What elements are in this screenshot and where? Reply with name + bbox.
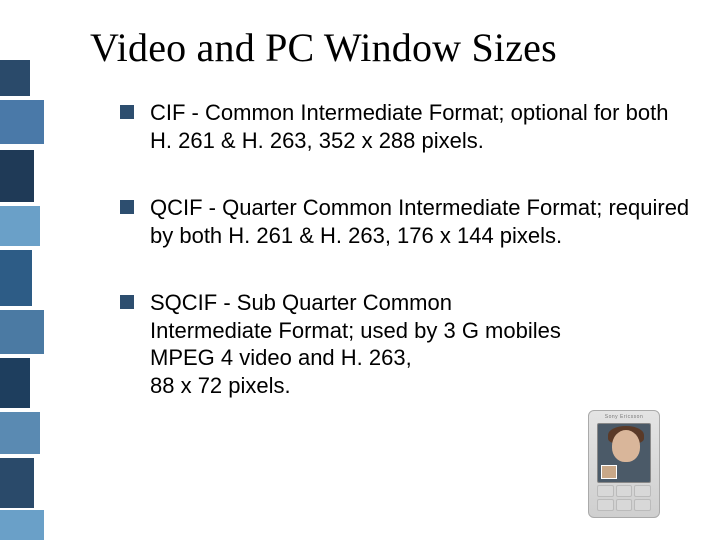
decorative-sidebar <box>0 0 44 540</box>
phone-key <box>634 499 651 511</box>
sidebar-block <box>0 358 30 408</box>
list-item: CIF - Common Intermediate Format; option… <box>120 99 690 154</box>
sidebar-block <box>0 60 30 96</box>
phone-key <box>634 485 651 497</box>
sidebar-block <box>0 150 34 202</box>
list-item: QCIF - Quarter Common Intermediate Forma… <box>120 194 690 249</box>
bullet-text: QCIF - Quarter Common Intermediate Forma… <box>150 194 690 249</box>
phone-key <box>616 485 633 497</box>
sidebar-block <box>0 412 40 454</box>
square-bullet-icon <box>120 295 134 309</box>
phone-body: Sony Ericsson <box>588 410 660 518</box>
list-item: SQCIF - Sub Quarter Common Intermediate … <box>120 289 690 399</box>
square-bullet-icon <box>120 105 134 119</box>
sidebar-block <box>0 458 34 508</box>
phone-screen <box>597 423 651 483</box>
phone-keypad <box>597 485 651 511</box>
bullet-text: CIF - Common Intermediate Format; option… <box>150 99 690 154</box>
slide-title: Video and PC Window Sizes <box>90 24 690 71</box>
square-bullet-icon <box>120 200 134 214</box>
mobile-phone-image: Sony Ericsson <box>588 410 660 518</box>
phone-key <box>597 485 614 497</box>
phone-brand-label: Sony Ericsson <box>589 414 659 420</box>
slide-content: Video and PC Window Sizes CIF - Common I… <box>90 24 690 399</box>
phone-screen-pip <box>601 465 617 479</box>
phone-screen-graphic <box>612 430 640 462</box>
sidebar-block <box>0 206 40 246</box>
phone-key <box>597 499 614 511</box>
bullet-list: CIF - Common Intermediate Format; option… <box>120 99 690 399</box>
sidebar-block <box>0 510 44 540</box>
sidebar-block <box>0 310 44 354</box>
sidebar-block <box>0 100 44 144</box>
phone-key <box>616 499 633 511</box>
sidebar-block <box>0 250 32 306</box>
bullet-text: SQCIF - Sub Quarter Common Intermediate … <box>150 289 690 399</box>
